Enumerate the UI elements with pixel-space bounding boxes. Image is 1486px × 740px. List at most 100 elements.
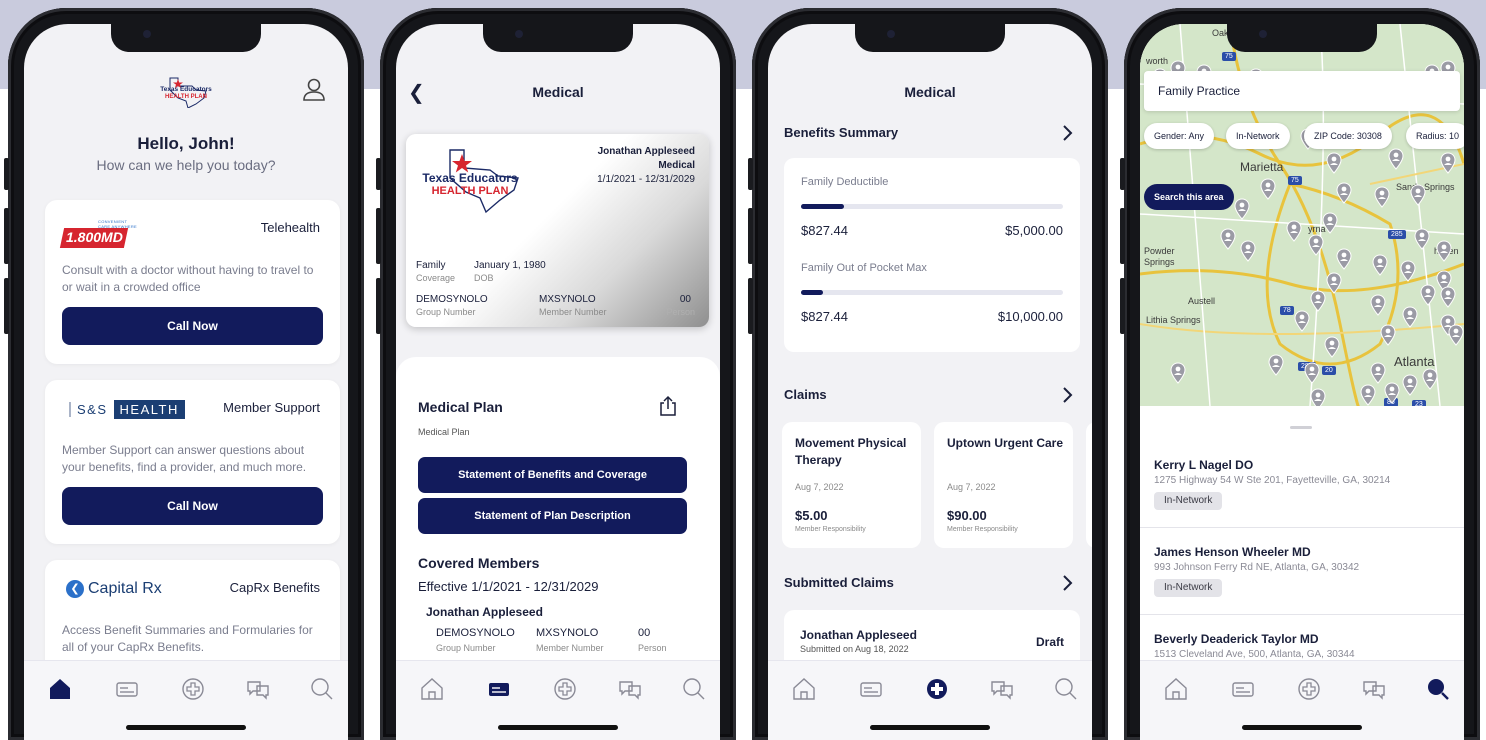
- map-pin-icon[interactable]: [1324, 336, 1340, 358]
- map-pin-icon[interactable]: [1234, 198, 1250, 220]
- share-icon[interactable]: [658, 395, 678, 417]
- side-button: [4, 208, 9, 264]
- map-pin-icon[interactable]: [1310, 388, 1326, 406]
- map-pin-icon[interactable]: [1370, 362, 1386, 384]
- statement-plan-button[interactable]: Statement of Plan Description: [418, 498, 687, 534]
- chevron-right-icon[interactable]: [1060, 574, 1074, 592]
- map-pin-icon[interactable]: [1440, 152, 1456, 174]
- map-label: Marietta: [1240, 160, 1284, 174]
- search-this-area-button[interactable]: Search this area: [1144, 184, 1234, 210]
- tab-messages[interactable]: [616, 675, 644, 703]
- claim-card[interactable]: Movement Physical Therapy Aug 7, 2022 $5…: [782, 422, 921, 548]
- tab-card[interactable]: [1229, 675, 1257, 703]
- tab-messages[interactable]: [1360, 675, 1388, 703]
- statement-benefits-button[interactable]: Statement of Benefits and Coverage: [418, 457, 687, 493]
- map-pin-icon[interactable]: [1326, 272, 1342, 294]
- member-id-card[interactable]: Texas Educators HEALTH PLAN Jonathan App…: [406, 134, 709, 327]
- tab-search[interactable]: [1052, 675, 1080, 703]
- filter-chip-gender[interactable]: Gender: Any: [1144, 123, 1215, 149]
- tab-medical[interactable]: [179, 675, 207, 703]
- tab-medical[interactable]: [923, 675, 951, 703]
- map-pin-icon[interactable]: [1422, 368, 1438, 390]
- chevron-right-icon[interactable]: [1060, 124, 1074, 142]
- map-pin-icon[interactable]: [1268, 354, 1284, 376]
- card-logo-line-2: HEALTH PLAN: [432, 185, 509, 197]
- member-number-label: Member Number: [539, 307, 607, 317]
- map-pin-icon[interactable]: [1308, 234, 1324, 256]
- tab-home[interactable]: [1162, 675, 1190, 703]
- map-pin-icon[interactable]: [1260, 178, 1276, 200]
- map-pin-icon[interactable]: [1436, 240, 1452, 262]
- medical-card-screen: ❮ Medical Texas Educators HEALTH PLAN Jo…: [396, 24, 720, 740]
- map-pin-icon[interactable]: [1420, 284, 1436, 306]
- coverage-label: Coverage: [416, 273, 456, 283]
- provider-search-screen: Oak Gro worth Marietta Sandy Springs Pow…: [1140, 24, 1464, 740]
- chevron-right-icon[interactable]: [1060, 386, 1074, 404]
- specialty-search-input[interactable]: Family Practice: [1144, 71, 1460, 111]
- map-pin-icon[interactable]: [1410, 184, 1426, 206]
- filter-chip-radius[interactable]: Radius: 10: [1406, 123, 1464, 149]
- side-button: [376, 208, 381, 264]
- tab-medical[interactable]: [551, 675, 579, 703]
- tab-search[interactable]: [1424, 675, 1452, 703]
- medical-cross-icon: [1298, 678, 1320, 700]
- tab-home[interactable]: [46, 675, 74, 703]
- map-pin-icon[interactable]: [1374, 186, 1390, 208]
- person-label: Person: [666, 307, 695, 317]
- tab-home[interactable]: [418, 675, 446, 703]
- road-shield-icon: 78: [1280, 306, 1294, 315]
- map-pin-icon[interactable]: [1326, 152, 1342, 174]
- map-pin-icon[interactable]: [1336, 248, 1352, 270]
- member-support-call-button[interactable]: Call Now: [62, 487, 323, 525]
- benefits-screen: Medical Benefits Summary Family Deductib…: [768, 24, 1092, 740]
- map-pin-icon[interactable]: [1322, 212, 1338, 234]
- tab-messages[interactable]: [244, 675, 272, 703]
- claim-date: Aug 7, 2022: [795, 482, 844, 492]
- covered-person-value: 00: [638, 627, 651, 639]
- telehealth-call-button[interactable]: Call Now: [62, 307, 323, 345]
- tab-medical[interactable]: [1295, 675, 1323, 703]
- map-pin-icon[interactable]: [1286, 220, 1302, 242]
- map-pin-icon[interactable]: [1170, 362, 1186, 384]
- filter-chip-zip[interactable]: ZIP Code: 30308: [1304, 123, 1392, 149]
- tab-search[interactable]: [308, 675, 336, 703]
- benefits-summary-card[interactable]: Family Deductible $827.44 $5,000.00 Fami…: [784, 158, 1080, 352]
- medical-cross-icon: [554, 678, 576, 700]
- map-pin-icon[interactable]: [1294, 310, 1310, 332]
- tab-card[interactable]: [857, 675, 885, 703]
- map-label: Austell: [1188, 296, 1216, 306]
- drag-handle[interactable]: [1290, 426, 1312, 429]
- map-pin-icon[interactable]: [1402, 306, 1418, 328]
- provider-item[interactable]: Kerry L Nagel DO 1275 Highway 54 W Ste 2…: [1140, 442, 1464, 528]
- provider-address: 1275 Highway 54 W Ste 201, Fayetteville,…: [1154, 475, 1391, 486]
- tab-card[interactable]: [113, 675, 141, 703]
- provider-item[interactable]: James Henson Wheeler MD 993 Johnson Ferr…: [1140, 529, 1464, 615]
- tab-search[interactable]: [680, 675, 708, 703]
- map-pin-icon[interactable]: [1384, 382, 1400, 404]
- map-pin-icon[interactable]: [1372, 254, 1388, 276]
- map-pin-icon[interactable]: [1304, 362, 1320, 384]
- provider-item[interactable]: Beverly Deaderick Taylor MD 1513 Clevela…: [1140, 616, 1464, 666]
- map-pin-icon[interactable]: [1440, 286, 1456, 308]
- map-pin-icon[interactable]: [1370, 294, 1386, 316]
- tab-home[interactable]: [790, 675, 818, 703]
- provider-map[interactable]: Oak Gro worth Marietta Sandy Springs Pow…: [1140, 24, 1464, 406]
- claim-card-partial[interactable]: [1086, 422, 1092, 548]
- map-pin-icon[interactable]: [1360, 384, 1376, 406]
- map-pin-icon[interactable]: [1388, 148, 1404, 170]
- map-pin-icon[interactable]: [1380, 324, 1396, 346]
- map-pin-icon[interactable]: [1240, 240, 1256, 262]
- filter-chip-network[interactable]: In-Network: [1226, 123, 1290, 149]
- tab-messages[interactable]: [988, 675, 1016, 703]
- claim-card[interactable]: Uptown Urgent Care Aug 7, 2022 $90.00 Me…: [934, 422, 1073, 548]
- tab-card[interactable]: [485, 675, 513, 703]
- id-card-icon: [860, 682, 882, 697]
- map-pin-icon[interactable]: [1336, 182, 1352, 204]
- map-pin-icon[interactable]: [1400, 260, 1416, 282]
- map-pin-icon[interactable]: [1414, 228, 1430, 250]
- map-pin-icon[interactable]: [1448, 324, 1464, 346]
- profile-icon[interactable]: [300, 76, 328, 104]
- map-pin-icon[interactable]: [1402, 374, 1418, 396]
- map-pin-icon[interactable]: [1310, 290, 1326, 312]
- map-pin-icon[interactable]: [1220, 228, 1236, 250]
